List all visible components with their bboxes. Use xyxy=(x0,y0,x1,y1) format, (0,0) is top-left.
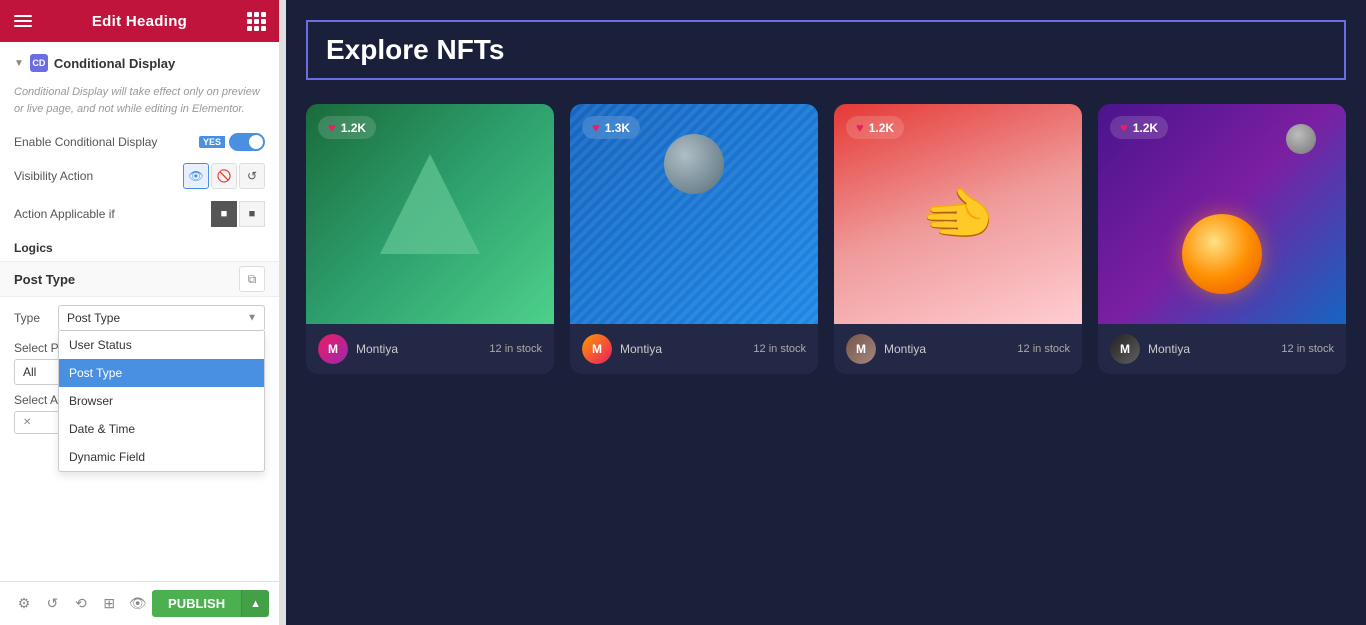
hamburger-icon[interactable] xyxy=(14,15,32,27)
nft-user: M Montiya xyxy=(846,334,926,364)
nft-card-footer: M Montiya 12 in stock xyxy=(570,324,818,374)
nft-stock: 12 in stock xyxy=(1017,343,1070,355)
preview-icon-btn[interactable]: 👁 xyxy=(124,590,152,618)
explore-heading-box: Explore NFTs xyxy=(306,20,1346,80)
nft-card[interactable]: ♥ 1.2K M Montiya 12 in stock xyxy=(1098,104,1346,374)
grid-icon[interactable] xyxy=(247,12,265,31)
section-title: Conditional Display xyxy=(54,56,175,71)
type-dropdown-menu: User Status Post Type Browser Date & Tim… xyxy=(58,331,265,472)
section-icon: CD xyxy=(30,54,48,72)
nft-user: M Montiya xyxy=(582,334,662,364)
settings-icon-btn[interactable]: ⚙ xyxy=(10,590,38,618)
applicable-all-btn[interactable]: ■ xyxy=(211,201,237,227)
avatar-circle: M xyxy=(318,334,348,364)
panel-header: Edit Heading xyxy=(0,0,279,42)
dropdown-item-date-time[interactable]: Date & Time xyxy=(59,415,264,443)
nft-stock: 12 in stock xyxy=(753,343,806,355)
nft-username: Montiya xyxy=(1148,342,1190,356)
panel-content: ▼ CD Conditional Display Conditional Dis… xyxy=(0,42,279,581)
history-icon-btn[interactable]: ↺ xyxy=(38,590,66,618)
enable-conditional-display-row: Enable Conditional Display YES xyxy=(0,127,279,157)
avatar-circle: M xyxy=(582,334,612,364)
nft-card[interactable]: ♥ 1.2K M Montiya 12 in stock xyxy=(306,104,554,374)
heart-icon: ♥ xyxy=(1120,120,1128,135)
visibility-action-row: Visibility Action 👁 🚫 ↺ xyxy=(0,157,279,195)
nft-likes: 1.2K xyxy=(341,121,366,135)
pyramid-shape xyxy=(380,154,480,254)
panel-title: Edit Heading xyxy=(92,13,187,30)
publish-button[interactable]: PUBLISH xyxy=(152,590,241,617)
avatar: M xyxy=(1110,334,1140,364)
notice-text: Conditional Display will take effect onl… xyxy=(0,80,279,127)
nft-like-badge: ♥ 1.3K xyxy=(582,116,640,139)
nft-username: Montiya xyxy=(356,342,398,356)
action-applicable-btn-group: ■ ■ xyxy=(211,201,265,227)
moon-shape xyxy=(1286,124,1316,154)
chevron-down-icon: ▼ xyxy=(14,58,24,69)
dropdown-item-post-type[interactable]: Post Type xyxy=(59,359,264,387)
applicable-any-btn[interactable]: ■ xyxy=(239,201,265,227)
type-label: Type xyxy=(14,311,50,325)
enable-toggle-wrapper: YES xyxy=(199,133,265,151)
left-panel: Edit Heading ▼ CD Conditional Display Co… xyxy=(0,0,280,625)
publish-group: PUBLISH ▲ xyxy=(152,590,269,617)
dropdown-item-dynamic-field[interactable]: Dynamic Field xyxy=(59,443,264,471)
planet-shape xyxy=(1182,214,1262,294)
nft-grid: ♥ 1.2K M Montiya 12 in stock xyxy=(306,104,1346,374)
heart-icon: ♥ xyxy=(592,120,600,135)
main-content: Explore NFTs ♥ 1.2K M Montiya xyxy=(286,0,1366,625)
enable-conditional-display-label: Enable Conditional Display xyxy=(14,135,157,149)
nft-user: M Montiya xyxy=(1110,334,1190,364)
nft-card-footer: M Montiya 12 in stock xyxy=(834,324,1082,374)
enable-conditional-display-toggle[interactable] xyxy=(229,133,265,151)
visibility-hide-btn[interactable]: 🚫 xyxy=(211,163,237,189)
type-select-row: Type User Status Post Type Browser Date … xyxy=(0,299,279,337)
nft-like-badge: ♥ 1.2K xyxy=(846,116,904,139)
nft-user: M Montiya xyxy=(318,334,398,364)
conditional-display-section-header[interactable]: ▼ CD Conditional Display xyxy=(0,42,279,80)
nft-stock: 12 in stock xyxy=(1281,343,1334,355)
dropdown-item-browser[interactable]: Browser xyxy=(59,387,264,415)
visibility-show-btn[interactable]: 👁 xyxy=(183,163,209,189)
action-applicable-if-label: Action Applicable if xyxy=(14,207,115,221)
heart-icon: ♥ xyxy=(328,120,336,135)
explore-nfts-heading: Explore NFTs xyxy=(326,34,1326,66)
toggle-yes-label: YES xyxy=(199,136,225,148)
nft-card[interactable]: ♥ 1.3K M Montiya 12 in stock xyxy=(570,104,818,374)
publish-dropdown-btn[interactable]: ▲ xyxy=(241,590,269,617)
nft-like-badge: ♥ 1.2K xyxy=(318,116,376,139)
copy-post-type-btn[interactable]: ⧉ xyxy=(239,266,265,292)
panel-bottom-bar: ⚙ ↺ ⟲ ⊞ 👁 PUBLISH ▲ xyxy=(0,581,279,625)
nft-card-footer: M Montiya 12 in stock xyxy=(1098,324,1346,374)
avatar: M xyxy=(582,334,612,364)
nft-likes: 1.2K xyxy=(1133,121,1158,135)
undo-icon-btn[interactable]: ⟲ xyxy=(67,590,95,618)
type-select-wrapper: User Status Post Type Browser Date & Tim… xyxy=(58,305,265,331)
post-type-label: Post Type xyxy=(14,272,75,287)
post-type-row: Post Type ⧉ xyxy=(0,261,279,297)
type-select[interactable]: User Status Post Type Browser Date & Tim… xyxy=(58,305,265,331)
tag-x-icon[interactable]: ✕ xyxy=(23,417,31,428)
avatar: M xyxy=(846,334,876,364)
avatar-circle: M xyxy=(1110,334,1140,364)
action-applicable-if-row: Action Applicable if ■ ■ xyxy=(0,195,279,233)
nft-username: Montiya xyxy=(620,342,662,356)
avatar: M xyxy=(318,334,348,364)
nft-username: Montiya xyxy=(884,342,926,356)
nft-likes: 1.3K xyxy=(605,121,630,135)
sphere-shape xyxy=(664,134,724,194)
avatar-circle: M xyxy=(846,334,876,364)
nft-card[interactable]: 🫲 ♥ 1.2K M Montiya 12 in stock xyxy=(834,104,1082,374)
heart-icon: ♥ xyxy=(856,120,864,135)
logics-label: Logics xyxy=(0,233,279,259)
responsive-icon-btn[interactable]: ⊞ xyxy=(95,590,123,618)
nft-likes: 1.2K xyxy=(869,121,894,135)
dropdown-item-user-status[interactable]: User Status xyxy=(59,331,264,359)
visibility-action-label: Visibility Action xyxy=(14,169,93,183)
visibility-action-btn-group: 👁 🚫 ↺ xyxy=(183,163,265,189)
visibility-reset-btn[interactable]: ↺ xyxy=(239,163,265,189)
nft-stock: 12 in stock xyxy=(489,343,542,355)
nft-like-badge: ♥ 1.2K xyxy=(1110,116,1168,139)
nft-card-footer: M Montiya 12 in stock xyxy=(306,324,554,374)
